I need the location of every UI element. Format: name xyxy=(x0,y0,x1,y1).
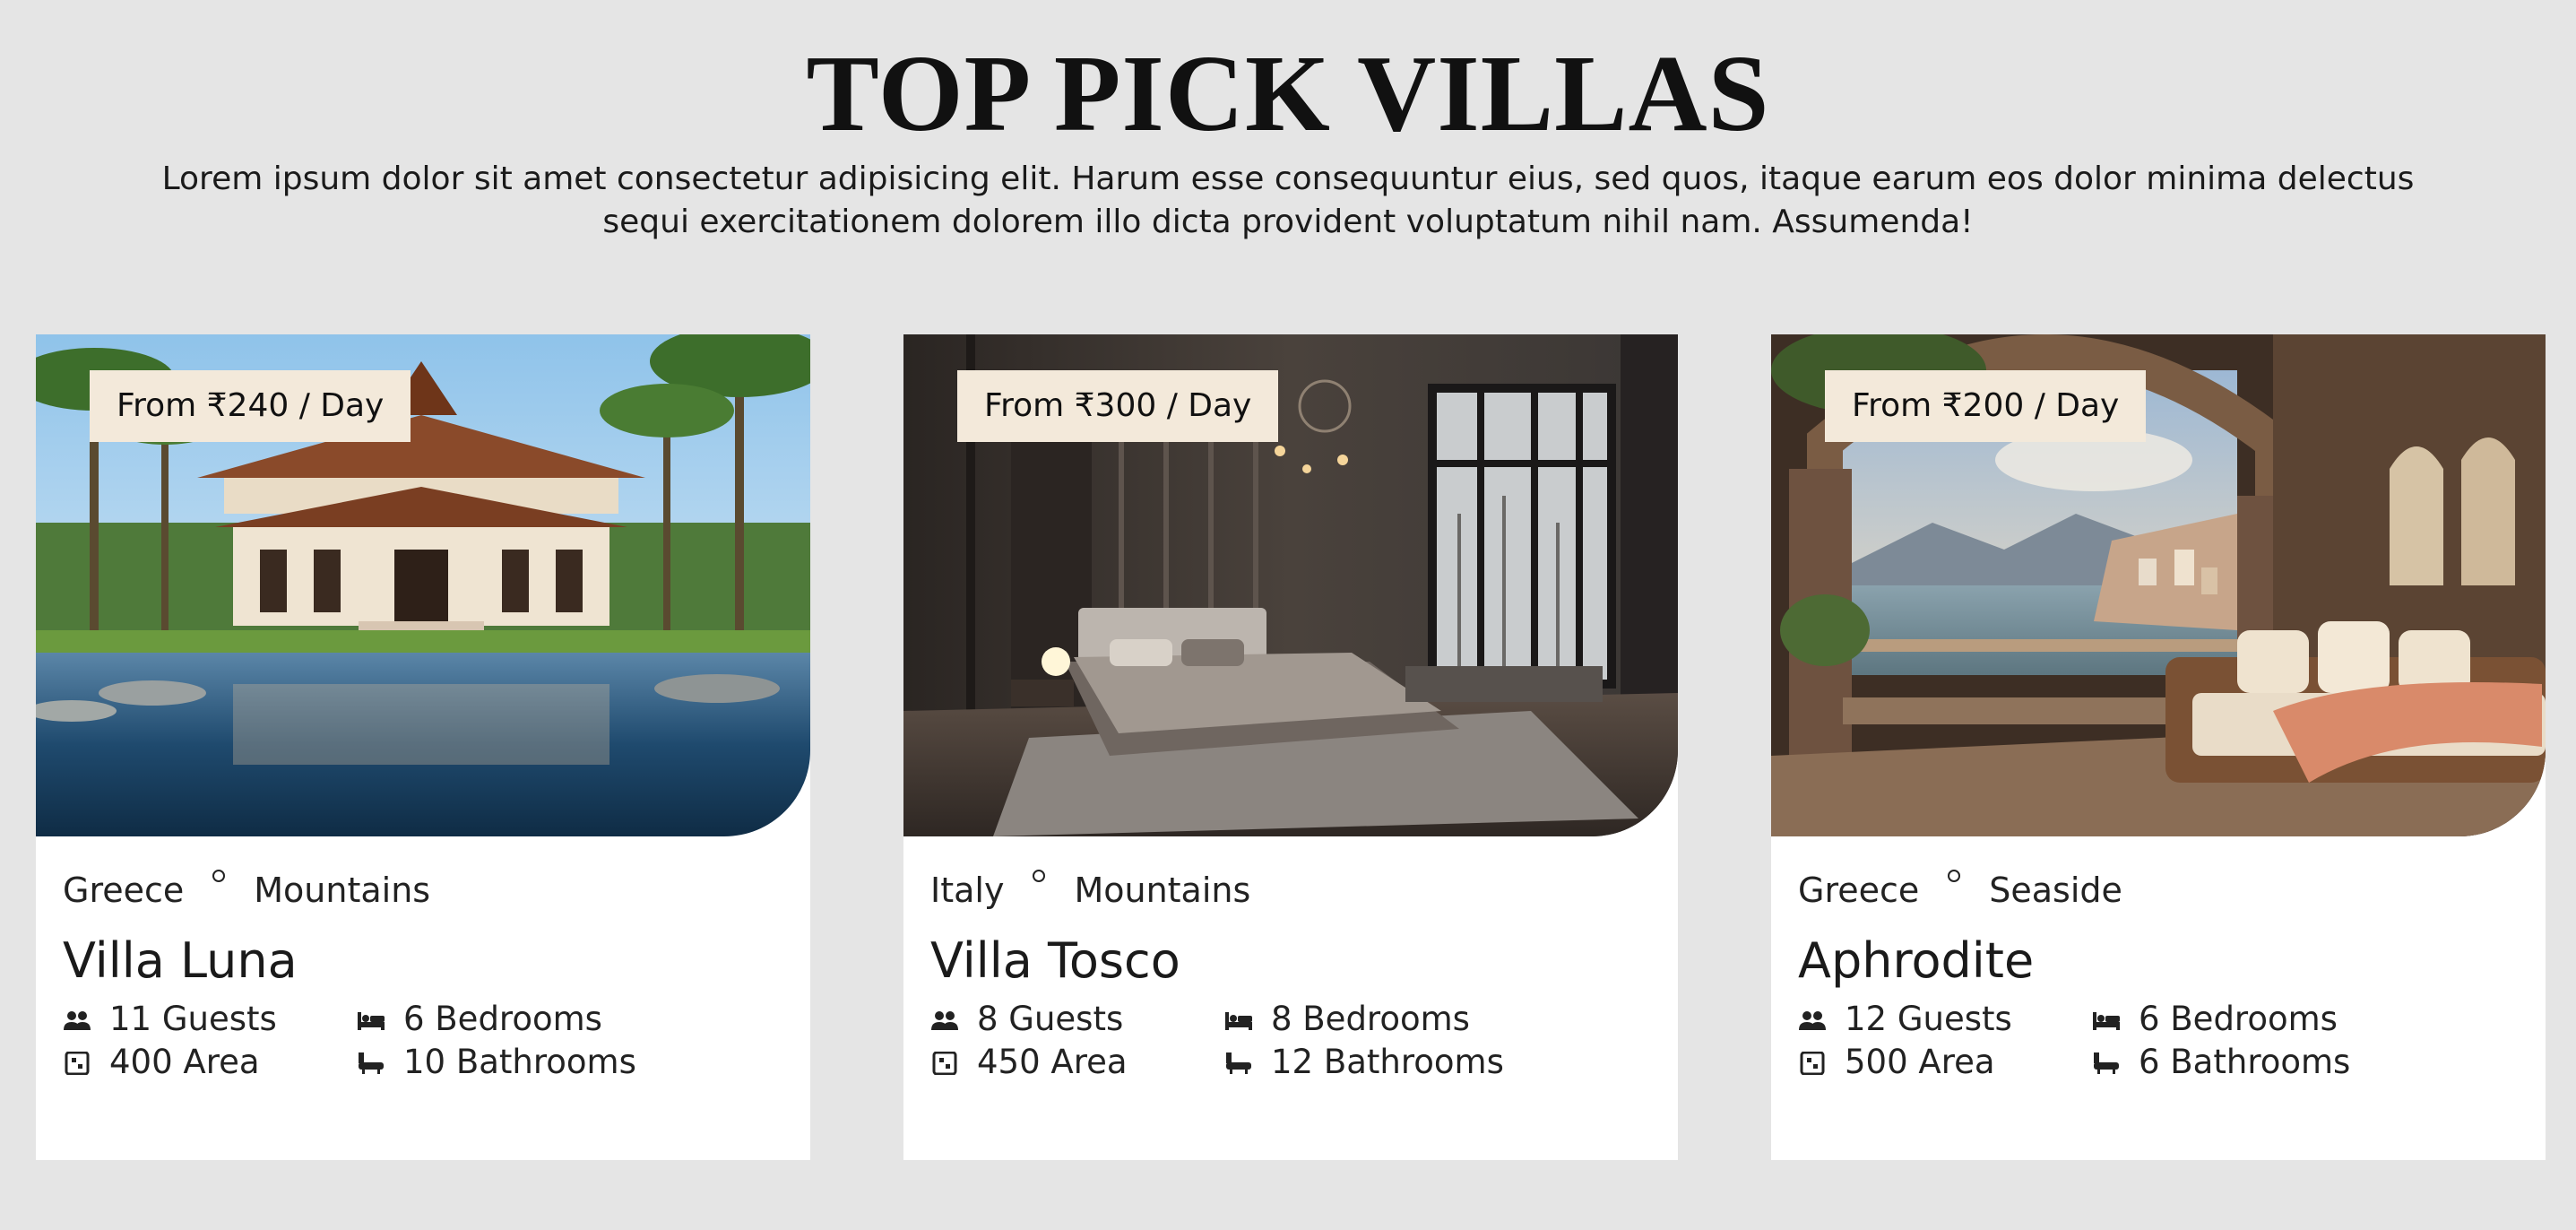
villa-category: Mountains xyxy=(1074,871,1251,910)
villa-card[interactable]: From ₹300 / Day Italy Mountains Villa Tos… xyxy=(903,334,1678,1160)
villa-name[interactable]: Villa Tosco xyxy=(930,930,1180,992)
villa-name[interactable]: Villa Luna xyxy=(63,930,298,992)
bedrooms-label: 8 Bedrooms xyxy=(1271,1000,1470,1038)
guests-label: 8 Guests xyxy=(977,1000,1124,1038)
villa-location: Greece Seaside xyxy=(1798,863,2122,917)
guests-label: 11 Guests xyxy=(109,1000,277,1038)
area-label: 400 Area xyxy=(109,1043,260,1081)
separator-dot-icon xyxy=(1948,870,1961,882)
area-icon xyxy=(1800,1052,1825,1075)
villa-location: Greece Mountains xyxy=(63,863,430,917)
villa-image[interactable]: From ₹200 / Day xyxy=(1771,334,2546,836)
bed-icon xyxy=(2093,1012,2120,1030)
villa-card[interactable]: From ₹200 / Day Greece Seaside Aphrodite … xyxy=(1771,334,2546,1160)
guests-label: 12 Guests xyxy=(1845,1000,2012,1038)
bath-icon xyxy=(2094,1052,2119,1074)
bathrooms-label: 12 Bathrooms xyxy=(1271,1043,1504,1081)
bed-icon xyxy=(1225,1012,1252,1030)
area-icon xyxy=(932,1052,957,1075)
price-badge: From ₹200 / Day xyxy=(1825,370,2147,442)
separator-dot-icon xyxy=(1033,870,1046,882)
villa-card-list: From ₹240 / Day Greece Mountains Villa Lu… xyxy=(36,334,2546,1160)
villa-country: Italy xyxy=(930,871,1005,910)
villa-country: Greece xyxy=(1798,871,1920,910)
users-icon xyxy=(931,1011,958,1030)
page-title: TOP PICK VILLAS xyxy=(806,33,1770,154)
villa-image[interactable]: From ₹300 / Day xyxy=(903,334,1678,836)
villa-category: Seaside xyxy=(1989,871,2122,910)
area-icon xyxy=(65,1052,90,1075)
villa-location: Italy Mountains xyxy=(930,863,1250,917)
price-badge: From ₹300 / Day xyxy=(957,370,1279,442)
villa-country: Greece xyxy=(63,871,185,910)
users-icon xyxy=(1799,1011,1826,1030)
bedrooms-label: 6 Bedrooms xyxy=(403,1000,602,1038)
villa-name[interactable]: Aphrodite xyxy=(1798,930,2034,992)
area-label: 500 Area xyxy=(1845,1043,1995,1081)
page-subtitle: Lorem ipsum dolor sit amet consectetur a… xyxy=(161,160,2415,240)
bedrooms-label: 6 Bedrooms xyxy=(2139,1000,2338,1038)
area-label: 450 Area xyxy=(977,1043,1128,1081)
villa-image[interactable]: From ₹240 / Day xyxy=(36,334,810,836)
price-badge: From ₹240 / Day xyxy=(90,370,411,442)
bed-icon xyxy=(358,1012,385,1030)
villa-card[interactable]: From ₹240 / Day Greece Mountains Villa Lu… xyxy=(36,334,810,1160)
villa-category: Mountains xyxy=(254,871,431,910)
users-icon xyxy=(64,1011,91,1030)
bathrooms-label: 10 Bathrooms xyxy=(403,1043,636,1081)
bathrooms-label: 6 Bathrooms xyxy=(2139,1043,2351,1081)
bath-icon xyxy=(359,1052,384,1074)
bath-icon xyxy=(1226,1052,1251,1074)
separator-dot-icon xyxy=(212,870,226,882)
